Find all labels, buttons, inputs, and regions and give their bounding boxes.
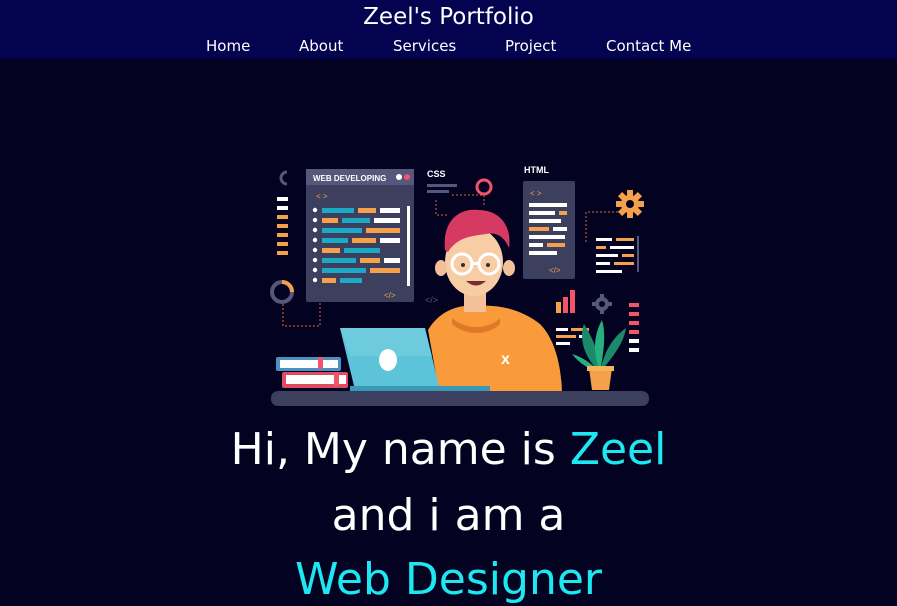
greeting-prefix: Hi, My name is	[230, 424, 570, 475]
svg-text:HTML: HTML	[524, 165, 549, 175]
svg-text:WEB DEVELOPING: WEB DEVELOPING	[313, 174, 386, 183]
gear-icon	[616, 190, 644, 218]
html-panel: HTML < > </>	[523, 165, 575, 279]
gear-small-icon	[592, 294, 612, 314]
nav-services[interactable]: Services	[393, 37, 456, 55]
svg-text:</>: </>	[384, 291, 396, 300]
svg-text:</>: </>	[549, 266, 561, 275]
nav-project[interactable]: Project	[505, 37, 556, 55]
navbar: Zeel's Portfolio Home About Services Pro…	[0, 0, 897, 59]
site-title: Zeel's Portfolio	[363, 4, 534, 30]
web-developer-illustration: WEB DEVELOPING < > </> CSS HTML < > </> …	[270, 165, 649, 406]
nav-home[interactable]: Home	[206, 37, 250, 55]
hero-intro-line: and i am a	[331, 490, 566, 541]
hero-role: Web Designer	[295, 554, 602, 605]
mini-bar-chart-icon	[556, 290, 575, 313]
svg-text:x: x	[501, 351, 510, 368]
desk	[271, 391, 649, 406]
bracket-deco-icon	[279, 170, 288, 186]
ring-icon	[475, 178, 493, 196]
hero-name: Zeel	[569, 424, 667, 475]
nav-contact[interactable]: Contact Me	[606, 37, 691, 55]
svg-text:CSS: CSS	[427, 169, 446, 179]
right-code-lines	[596, 236, 639, 273]
books-icon	[276, 357, 348, 388]
right-bars-deco	[629, 303, 639, 352]
svg-text:< >: < >	[530, 189, 542, 198]
css-label: CSS	[427, 169, 457, 193]
svg-text:< >: < >	[316, 192, 328, 201]
nav-about[interactable]: About	[299, 37, 343, 55]
code-brackets-icon: </>	[425, 295, 438, 305]
left-bars-deco	[277, 197, 288, 255]
hero-greeting: Hi, My name is Zeel	[0, 424, 897, 476]
web-developing-panel: WEB DEVELOPING < > </>	[306, 169, 414, 302]
ring-chart-icon	[270, 280, 294, 304]
